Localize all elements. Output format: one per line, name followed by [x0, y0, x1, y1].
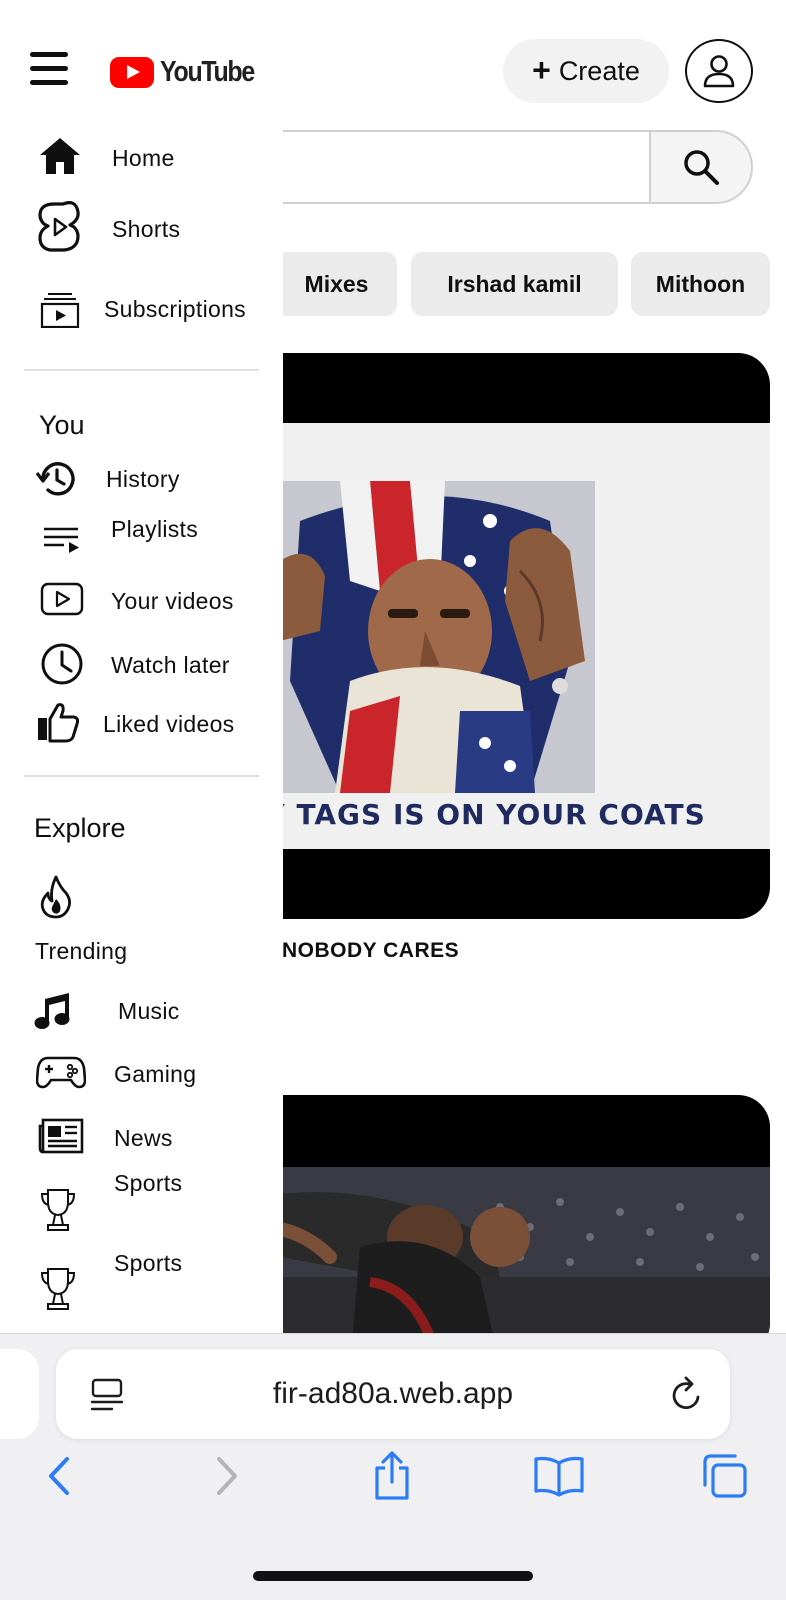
side-drawer: Home Shorts Subscriptions You History Pl… — [0, 120, 283, 1333]
reload-icon[interactable] — [669, 1376, 705, 1414]
person-icon — [703, 55, 735, 88]
sidebar-item-label: Music — [118, 998, 180, 1024]
sidebar-item-playlists[interactable]: Playlists — [0, 504, 283, 560]
sidebar-item-sports[interactable]: Sports — [0, 1244, 283, 1320]
video-thumbnail[interactable]: NY TAGS IS ON YOUR COATS — [200, 353, 770, 919]
search-input[interactable] — [240, 130, 652, 204]
sidebar-item-subscriptions[interactable]: Subscriptions — [0, 280, 283, 336]
sidebar-item-music[interactable]: Music — [0, 982, 283, 1038]
sidebar-item-label: Shorts — [112, 216, 181, 242]
sidebar-item-your-videos[interactable]: Your videos — [0, 571, 283, 627]
url-text: fir-ad80a.web.app — [272, 1377, 514, 1410]
sidebar-item-sports[interactable]: Sports — [0, 1164, 283, 1240]
create-button[interactable]: + Create — [503, 39, 669, 103]
chevron-left-icon — [49, 1457, 69, 1495]
sidebar-item-gaming[interactable]: Gaming — [0, 1044, 283, 1100]
chip-mixes[interactable]: Mixes — [276, 252, 397, 316]
sidebar-item-liked-videos[interactable]: Liked videos — [0, 695, 283, 751]
music-icon — [33, 991, 73, 1031]
history-icon — [36, 458, 78, 500]
share-button[interactable] — [362, 1446, 422, 1506]
liked-videos-icon — [36, 701, 80, 743]
video-title[interactable]: NOBODY CARES — [282, 939, 459, 963]
thumbnail-caption: NY TAGS IS ON YOUR COATS — [240, 798, 706, 831]
sidebar-item-label: Sports — [114, 1250, 183, 1276]
bookmarks-button[interactable] — [529, 1446, 589, 1506]
chip-mithoon[interactable]: Mithoon — [631, 252, 770, 316]
sidebar-item-label: Playlists — [111, 516, 199, 542]
sidebar-item-shorts[interactable]: Shorts — [0, 198, 283, 254]
create-label: Create — [558, 55, 640, 86]
video-thumbnail[interactable] — [200, 1095, 770, 1355]
sidebar-item-watch-later[interactable]: Watch later — [0, 635, 283, 691]
logo-text: YouTube — [160, 55, 255, 88]
sidebar-item-label: News — [114, 1125, 173, 1151]
your-videos-icon — [40, 582, 84, 616]
tabs-icon — [703, 1454, 747, 1498]
thumbnail-image — [200, 1167, 770, 1355]
plus-icon: + — [532, 52, 551, 88]
sidebar-item-label: History — [106, 466, 180, 492]
home-indicator — [253, 1571, 533, 1581]
chip-irshad-kamil[interactable]: Irshad kamil — [411, 252, 618, 316]
forward-button[interactable] — [197, 1446, 257, 1506]
menu-icon[interactable] — [30, 52, 68, 86]
sidebar-item-home[interactable]: Home — [0, 128, 283, 184]
subscriptions-icon — [40, 292, 80, 328]
search-icon — [684, 150, 719, 185]
tabs-button[interactable] — [695, 1446, 755, 1506]
previous-tab-preview[interactable] — [0, 1349, 39, 1439]
trophy-icon — [40, 1267, 76, 1311]
sidebar-item-label: Your videos — [111, 588, 234, 614]
youtube-play-icon — [110, 56, 154, 88]
sidebar-item-label: Gaming — [114, 1061, 197, 1087]
thumbnail-photo — [280, 481, 595, 793]
search-button[interactable] — [649, 130, 753, 204]
watch-later-icon — [40, 642, 84, 686]
section-title-you[interactable]: You — [39, 410, 85, 441]
sidebar-item-label: Watch later — [111, 652, 230, 678]
browser-toolbar: fir-ad80a.web.app — [0, 1333, 786, 1600]
playlists-icon — [42, 526, 82, 556]
gaming-icon — [36, 1054, 86, 1090]
back-button[interactable] — [29, 1446, 89, 1506]
trophy-icon — [40, 1188, 76, 1232]
chevron-right-icon — [217, 1457, 237, 1495]
sidebar-item-news[interactable]: News — [0, 1108, 283, 1164]
youtube-logo[interactable]: YouTube — [110, 54, 269, 90]
sidebar-item-label: Home — [112, 145, 175, 171]
book-icon — [534, 1456, 584, 1497]
shorts-icon — [36, 200, 82, 254]
sidebar-item-trending[interactable]: Trending — [0, 872, 283, 974]
home-icon — [38, 136, 82, 176]
account-button[interactable] — [685, 39, 753, 103]
share-icon — [375, 1451, 409, 1500]
sidebar-item-label: Sports — [114, 1170, 183, 1196]
sidebar-item-label: Liked videos — [103, 711, 235, 737]
news-icon — [38, 1118, 84, 1154]
trending-icon — [38, 875, 74, 919]
sidebar-item-history[interactable]: History — [0, 450, 283, 506]
sidebar-item-label: Trending — [35, 938, 128, 964]
sidebar-item-label: Subscriptions — [104, 296, 246, 322]
thumbnail-image: NY TAGS IS ON YOUR COATS — [200, 423, 770, 849]
address-bar[interactable]: fir-ad80a.web.app — [56, 1349, 730, 1439]
divider — [24, 369, 259, 371]
section-title-explore: Explore — [34, 813, 126, 843]
divider — [24, 775, 259, 777]
